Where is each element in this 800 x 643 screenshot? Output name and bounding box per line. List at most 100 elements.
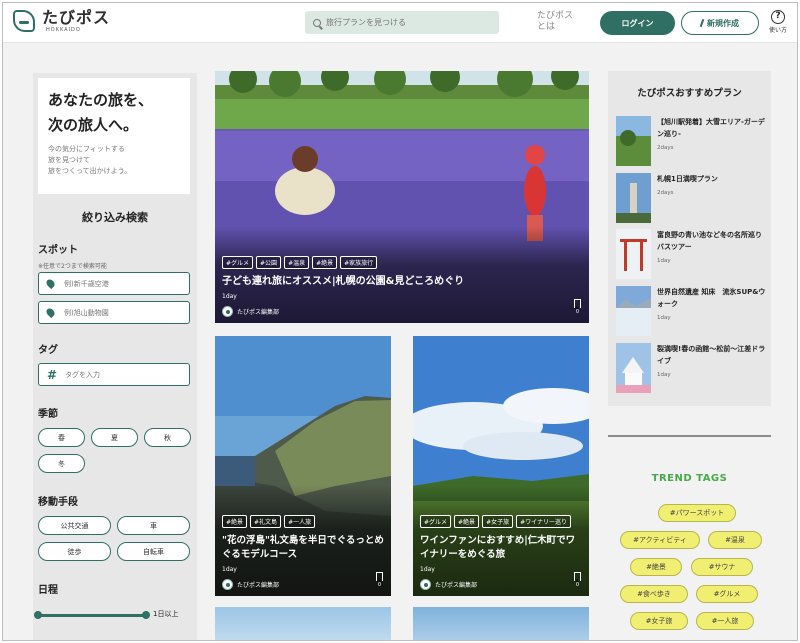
transport-chip-public[interactable]: 公共交通 <box>38 516 111 535</box>
bookmark-button[interactable]: 0 <box>376 572 383 588</box>
spot-input-1[interactable] <box>64 279 174 288</box>
card-tag[interactable]: #絶景 <box>222 515 248 528</box>
logo[interactable]: たびポス HOKKAIDO <box>13 9 110 33</box>
days-slider-max-handle[interactable] <box>142 611 150 619</box>
spot-field-2[interactable] <box>38 301 190 324</box>
author-name: たびポス編集部 <box>237 582 280 589</box>
search-icon <box>313 18 321 27</box>
days-slider-min-handle[interactable] <box>34 611 42 619</box>
page-frame: たびポス HOKKAIDO たびポス とは ログイン 新規作成 ? 使い方 あな… <box>2 2 798 641</box>
trend-tag[interactable]: #サウナ <box>691 558 753 576</box>
recommend-panel: たびポスおすすめプラン 【旭川駅発着】大雪エリア-ガーデン巡り- 2days 札… <box>608 71 771 406</box>
trend-tag[interactable]: #絶景 <box>630 558 682 576</box>
season-chip-autumn[interactable]: 秋 <box>144 428 191 447</box>
season-chip-summer[interactable]: 夏 <box>91 428 138 447</box>
days-slider-track[interactable] <box>38 614 146 617</box>
bookmark-count: 0 <box>575 582 580 588</box>
recommend-name: 札幌1日満喫プラン <box>657 175 718 183</box>
card-days: 1day <box>222 566 237 573</box>
avatar <box>222 306 233 317</box>
card-tags: #絶景 #礼文島 #一人旅 <box>222 515 384 528</box>
trend-tag[interactable]: #女子旅 <box>630 612 688 630</box>
card-tag[interactable]: #公園 <box>256 256 282 269</box>
card-tags: #グルメ #絶景 #女子旅 #ワイナリー巡り <box>420 515 582 528</box>
recommend-thumb <box>616 173 651 223</box>
card-tag[interactable]: #グルメ <box>420 515 452 528</box>
recommend-thumb <box>616 343 651 393</box>
card-author: たびポス編集部 <box>222 306 582 317</box>
recommend-thumb <box>616 116 651 166</box>
tag-field[interactable]: # <box>38 363 190 386</box>
recommend-item[interactable]: 札幌1日満喫プラン 2days <box>616 173 766 225</box>
spot-note: ※任意で2つまで検索可能 <box>38 263 107 270</box>
recommend-item[interactable]: 裂満喫!春の函館～松前～江差ドライブ 1day <box>616 343 766 395</box>
trend-tag[interactable]: #アクティビティ <box>620 531 700 549</box>
logo-title: たびポス <box>42 8 111 27</box>
transport-chip-bicycle[interactable]: 自転車 <box>117 542 190 561</box>
filter-title: 絞り込み検索 <box>82 211 148 224</box>
trend-tag[interactable]: #グルメ <box>696 585 758 603</box>
login-button[interactable]: ログイン <box>600 11 675 35</box>
card-title: "花の浮島"礼文島を半日でぐるっとめぐるモデルコース <box>222 535 384 560</box>
author-name: たびポス編集部 <box>237 309 280 316</box>
days-slider-value: 1日以上 <box>153 610 179 618</box>
trend-tag[interactable]: #食べ歩き <box>620 585 688 603</box>
recommend-name: 富良野の青い池など冬の名所巡りバスツアー <box>657 231 762 251</box>
recommend-name: 裂満喫!春の函館～松前～江差ドライブ <box>657 345 766 365</box>
card-author: たびポス編集部 <box>222 579 384 590</box>
search-input[interactable] <box>326 18 486 27</box>
bookmark-count: 0 <box>575 309 580 315</box>
card-tag[interactable]: #家族旅行 <box>340 256 378 269</box>
season-label: 季節 <box>38 409 58 420</box>
card-tag[interactable]: #ワイナリー巡り <box>516 515 572 528</box>
hero-box: あなたの旅を、 次の旅人へ。 今の気分にフィットする 旅を見つけて 旅をつくって… <box>38 78 190 194</box>
transport-chip-walk[interactable]: 徒歩 <box>38 542 111 561</box>
plan-card-niki[interactable]: #グルメ #絶景 #女子旅 #ワイナリー巡り ワインファンにおすすめ|仁木町でワ… <box>413 336 589 596</box>
card-tag[interactable]: #一人旅 <box>284 515 316 528</box>
bookmark-button[interactable]: 0 <box>574 572 581 588</box>
plan-card-partial[interactable] <box>215 607 391 640</box>
card-tag[interactable]: #絶景 <box>312 256 338 269</box>
recommend-item[interactable]: 【旭川駅発着】大雪エリア-ガーデン巡り- 2days <box>616 116 766 168</box>
trend-tag[interactable]: #一人旅 <box>696 612 754 630</box>
trend-tag[interactable]: #温泉 <box>708 531 762 549</box>
search-bar[interactable] <box>305 11 499 34</box>
recommend-thumb <box>616 286 651 336</box>
card-tag[interactable]: #絶景 <box>454 515 480 528</box>
author-name: たびポス編集部 <box>435 582 478 589</box>
plan-card-rebun[interactable]: #絶景 #礼文島 #一人旅 "花の浮島"礼文島を半日でぐるっとめぐるモデルコース… <box>215 336 391 596</box>
recommend-item[interactable]: 世界自然遺産 知床 流氷SUP&ウォーク 1day <box>616 286 766 338</box>
hash-icon: # <box>47 367 58 382</box>
header: たびポス HOKKAIDO たびポス とは ログイン 新規作成 ? 使い方 <box>3 3 797 43</box>
card-author: たびポス編集部 <box>420 579 582 590</box>
help-button[interactable]: ? 使い方 <box>766 10 790 34</box>
about-link[interactable]: たびポス とは <box>537 11 585 33</box>
card-overlay: #グルメ #公園 #温泉 #絶景 #家族旅行 子ども連れ旅にオススメ|札幌の公園… <box>215 226 589 323</box>
plan-card-partial[interactable] <box>413 607 589 640</box>
bookmark-icon <box>376 572 383 582</box>
search-submit-button[interactable] <box>38 640 190 641</box>
season-chip-winter[interactable]: 冬 <box>38 454 85 473</box>
card-tag[interactable]: #温泉 <box>284 256 310 269</box>
card-tag[interactable]: #女子旅 <box>482 515 514 528</box>
spot-label: スポット <box>38 245 78 256</box>
help-icon: ? <box>771 10 785 24</box>
tag-label: タグ <box>38 345 58 356</box>
recommend-days: 1day <box>657 372 671 378</box>
trend-tags-panel: TREND TAGS #パワースポット #アクティビティ #温泉 #絶景 #サウ… <box>608 437 771 640</box>
spot-input-2[interactable] <box>64 308 174 317</box>
recommend-item[interactable]: 富良野の青い池など冬の名所巡りバスツアー 1day <box>616 229 766 281</box>
trend-tag[interactable]: #パワースポット <box>658 504 736 522</box>
new-post-button[interactable]: 新規作成 <box>681 11 759 35</box>
card-tags: #グルメ #公園 #温泉 #絶景 #家族旅行 <box>222 256 582 269</box>
card-tag[interactable]: #礼文島 <box>250 515 282 528</box>
tag-input[interactable] <box>65 370 176 379</box>
transport-chip-car[interactable]: 車 <box>117 516 190 535</box>
bookmark-button[interactable]: 0 <box>574 299 581 315</box>
card-days: 1day <box>222 293 237 300</box>
card-tag[interactable]: #グルメ <box>222 256 254 269</box>
season-chip-spring[interactable]: 春 <box>38 428 85 447</box>
plan-card-featured[interactable]: #グルメ #公園 #温泉 #絶景 #家族旅行 子ども連れ旅にオススメ|札幌の公園… <box>215 71 589 323</box>
spot-field-1[interactable] <box>38 272 190 295</box>
trend-title: TREND TAGS <box>651 473 728 484</box>
